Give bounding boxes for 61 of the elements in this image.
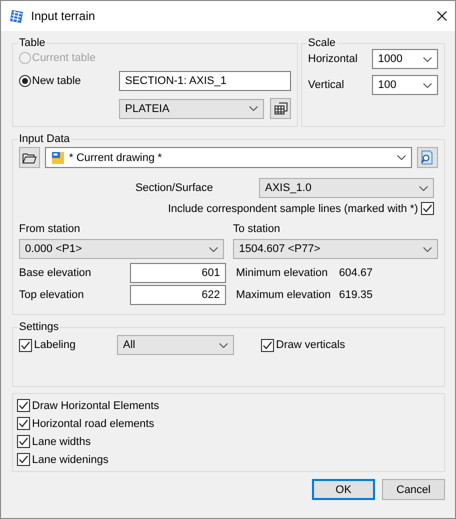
dialog-button[interactable]: Cancel — [382, 479, 445, 500]
checkbox-label: Draw verticals — [276, 339, 346, 351]
checkbox[interactable] — [19, 338, 32, 352]
field-label: Top elevation — [19, 289, 85, 301]
checkbox[interactable] — [17, 417, 30, 430]
dialog-button[interactable]: OK — [312, 479, 375, 500]
checkbox-label: Horizontal road elements — [32, 418, 154, 430]
chevron-icon — [397, 155, 406, 160]
field-label: From station — [19, 223, 82, 235]
field-label: Section/Surface — [135, 182, 213, 194]
checkbox-label: Labeling — [34, 339, 76, 351]
checkbox-label: Lane widths — [32, 436, 91, 448]
number-field[interactable]: 601 — [130, 263, 226, 283]
folder-icon — [22, 152, 37, 164]
checkbox[interactable] — [261, 338, 274, 352]
field-label: Vertical — [308, 79, 346, 91]
app-icon — [9, 8, 24, 24]
chevron-icon — [423, 82, 432, 88]
checkbox-label: Draw Horizontal Elements — [32, 400, 160, 412]
dropdown[interactable]: AXIS_1.0 — [259, 178, 434, 198]
drawing-icon — [51, 150, 65, 164]
group-title: Input Data — [18, 133, 71, 145]
field-label: Horizontal — [308, 53, 359, 65]
table-grid-icon — [274, 102, 288, 116]
zoom-button[interactable] — [417, 147, 438, 168]
checkbox[interactable] — [17, 399, 30, 412]
chevron-icon — [423, 246, 432, 252]
chevron-icon — [423, 56, 432, 62]
group-title: Scale — [307, 37, 337, 49]
dropdown[interactable]: 1000 — [372, 49, 438, 69]
field-label: Maximum elevation — [235, 289, 332, 301]
dropdown[interactable]: 0.000 <P1> — [19, 239, 224, 259]
checkbox-label: Lane widenings — [32, 454, 108, 466]
zoom-icon — [420, 150, 435, 165]
field-label: Minimum elevation — [235, 267, 329, 279]
open-folder-button[interactable] — [19, 147, 40, 168]
dropdown[interactable]: All — [117, 335, 234, 355]
group-title: Table — [18, 37, 46, 49]
chevron-icon — [219, 342, 228, 348]
chevron-icon — [419, 186, 428, 190]
number-field[interactable]: 622 — [130, 285, 226, 305]
chevron-icon — [209, 246, 218, 252]
dropdown[interactable]: PLATEIA — [119, 98, 264, 119]
checkbox[interactable] — [17, 435, 30, 448]
value-text: 604.67 — [339, 267, 374, 279]
dropdown[interactable]: 1504.607 <P77> — [233, 239, 438, 259]
table-name-field[interactable]: SECTION-1: AXIS_1 — [119, 70, 291, 91]
field-label: Base elevation — [19, 267, 92, 279]
dropdown[interactable]: 100 — [372, 75, 438, 95]
radio-option[interactable]: New table — [19, 74, 119, 87]
group-title: Settings — [18, 321, 60, 333]
chevron-icon — [249, 106, 258, 112]
checkbox[interactable] — [421, 202, 434, 215]
table-grid-button[interactable] — [270, 98, 291, 120]
close-icon[interactable] — [437, 11, 447, 21]
value-text: 619.35 — [339, 289, 374, 301]
field-label: To station — [233, 223, 282, 235]
checkbox[interactable] — [17, 453, 30, 466]
window-title: Input terrain — [31, 9, 96, 23]
drawing-dropdown[interactable]: * Current drawing * — [45, 147, 412, 168]
checkbox-label: Include correspondent sample lines (marked with *) — [168, 202, 418, 214]
